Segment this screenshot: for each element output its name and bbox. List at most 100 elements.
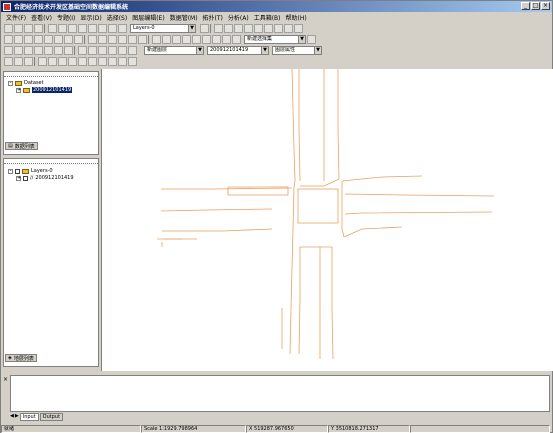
select-poly-icon[interactable] <box>172 35 181 44</box>
clear-select-icon[interactable] <box>182 35 191 44</box>
print-icon[interactable] <box>34 24 43 33</box>
circle-tool-icon[interactable] <box>98 57 107 66</box>
zoom-out-icon[interactable] <box>244 24 253 33</box>
draw-polygon-icon[interactable] <box>34 46 43 55</box>
back-icon[interactable] <box>284 24 293 33</box>
minimize-button[interactable]: _ <box>521 2 530 10</box>
draw-circle-icon[interactable] <box>54 46 63 55</box>
vertex-icon[interactable] <box>34 35 43 44</box>
group-icon[interactable] <box>118 46 127 55</box>
menu-select[interactable]: 选择(S) <box>107 13 128 22</box>
close-icon[interactable]: × <box>3 376 8 383</box>
redo-icon[interactable] <box>98 24 107 33</box>
chevron-down-icon[interactable]: ▼ <box>314 47 321 54</box>
buffer-icon[interactable] <box>118 35 127 44</box>
collapse-icon[interactable]: - <box>8 168 13 174</box>
wrench-icon[interactable] <box>307 35 316 44</box>
expand-icon[interactable]: + <box>16 87 21 93</box>
select-feature-icon[interactable] <box>152 35 161 44</box>
info-icon[interactable] <box>232 35 241 44</box>
measure-icon[interactable] <box>202 35 211 44</box>
draw-line-icon[interactable] <box>14 46 23 55</box>
layer-visibility-checkbox[interactable] <box>23 175 28 181</box>
cursor-icon[interactable] <box>24 57 33 66</box>
map-drawing[interactable] <box>102 68 553 371</box>
tab-nav-left-icon[interactable]: ◀ <box>10 413 14 421</box>
move-icon[interactable] <box>44 35 53 44</box>
arc-tool-icon[interactable] <box>58 57 67 66</box>
close-button[interactable]: × <box>541 2 550 10</box>
tab-nav-right-icon[interactable]: ▶ <box>15 413 19 421</box>
menu-toolbox[interactable]: 工具箱(B) <box>254 13 281 22</box>
offset-icon[interactable] <box>128 35 137 44</box>
edit-icon[interactable] <box>118 24 127 33</box>
poly-tool-icon[interactable] <box>68 57 77 66</box>
pan-icon[interactable] <box>254 24 263 33</box>
arrow-select-icon[interactable] <box>4 57 13 66</box>
map-canvas[interactable] <box>101 68 553 371</box>
menu-view[interactable]: 查看(V) <box>31 13 52 22</box>
rotate-icon[interactable] <box>54 35 63 44</box>
curve-tool-icon[interactable] <box>48 57 57 66</box>
open-icon[interactable] <box>14 24 23 33</box>
menu-analysis[interactable]: 分析(A) <box>228 13 249 22</box>
align-left-icon[interactable] <box>78 46 87 55</box>
menu-display[interactable]: 显示(D) <box>80 13 101 22</box>
tree-child-dataset[interactable]: + 200912101419 <box>16 87 73 93</box>
select-rect-icon[interactable] <box>162 35 171 44</box>
zoom-extent-icon[interactable] <box>224 24 233 33</box>
merge-icon[interactable] <box>74 35 83 44</box>
dataset-combo[interactable]: 200912101419 ▼ <box>207 46 269 55</box>
ungroup-icon[interactable] <box>128 46 137 55</box>
forward-icon[interactable] <box>294 24 303 33</box>
align-bottom-icon[interactable] <box>108 46 117 55</box>
menu-file[interactable]: 文件(F) <box>6 13 26 22</box>
refresh-icon[interactable] <box>274 24 283 33</box>
collapse-icon[interactable]: - <box>8 80 13 86</box>
rect-tool-icon[interactable] <box>78 57 87 66</box>
layer-select-combo[interactable]: 新建图层 ▼ <box>144 46 204 55</box>
cut-icon[interactable] <box>48 24 57 33</box>
draw-point-icon[interactable] <box>4 46 13 55</box>
draw-rect-icon[interactable] <box>44 46 53 55</box>
line-tool-icon[interactable] <box>38 57 47 66</box>
menu-data-manage[interactable]: 数据管(M) <box>170 13 198 22</box>
extend-icon[interactable] <box>108 35 117 44</box>
ellipse-tool-icon[interactable] <box>88 57 97 66</box>
new-selection-combo[interactable]: 新建选择集 ▼ <box>244 35 306 44</box>
edit-start-icon[interactable] <box>4 35 13 44</box>
field-combo[interactable]: 图层属性 ▼ <box>272 46 322 55</box>
split-icon[interactable] <box>64 35 73 44</box>
text-tool-icon[interactable] <box>108 57 117 66</box>
expand-icon[interactable]: + <box>16 175 21 181</box>
zoom-in-icon[interactable] <box>234 24 243 33</box>
save-icon[interactable] <box>24 24 33 33</box>
chevron-down-icon[interactable]: ▼ <box>298 36 305 43</box>
callout-tool-icon[interactable] <box>118 57 127 66</box>
tab-input[interactable]: Input <box>19 413 39 421</box>
marker-tool-icon[interactable] <box>128 57 137 66</box>
hyperlink-icon[interactable] <box>212 35 221 44</box>
find-icon[interactable] <box>222 35 231 44</box>
menu-theme[interactable]: 专题(I) <box>57 13 75 22</box>
menu-help[interactable]: 帮助(H) <box>286 13 307 22</box>
tab-layer-list[interactable]: ◈ 地层列表 <box>5 354 37 362</box>
tree-root-dataset[interactable]: - Dataset <box>8 80 44 86</box>
output-textarea[interactable] <box>10 375 550 412</box>
layer-visibility-checkbox[interactable] <box>15 168 20 174</box>
draw-text-icon[interactable] <box>64 46 73 55</box>
pointer-icon[interactable] <box>214 24 223 33</box>
paste-icon[interactable] <box>68 24 77 33</box>
identify-icon[interactable] <box>192 35 201 44</box>
trim-icon[interactable] <box>98 35 107 44</box>
edit-stop-icon[interactable] <box>14 35 23 44</box>
help-icon[interactable] <box>200 24 209 33</box>
tab-output[interactable]: Output <box>39 413 64 421</box>
tree-child-layer[interactable]: + ∕∕ 200912101419 <box>16 175 74 181</box>
align-top-icon[interactable] <box>98 46 107 55</box>
tab-dataset-list[interactable]: ▤ 数据列表 <box>5 142 38 150</box>
layer-combo[interactable]: Layers-0 ▼ <box>130 24 196 33</box>
copy-icon[interactable] <box>58 24 67 33</box>
align-right-icon[interactable] <box>88 46 97 55</box>
new-icon[interactable] <box>4 24 13 33</box>
